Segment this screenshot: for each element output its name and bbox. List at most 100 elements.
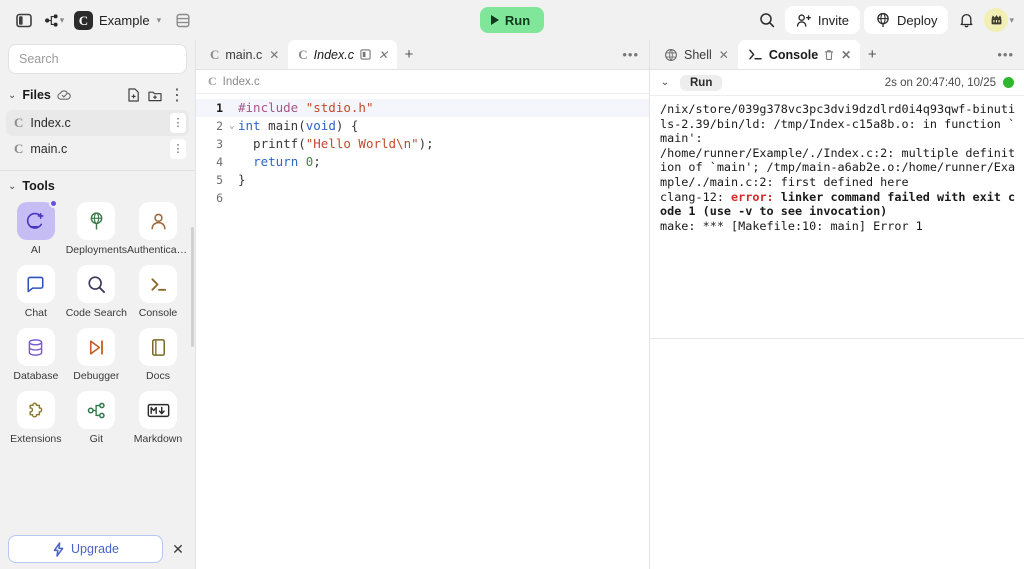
toolbar-right-group: Invite Deploy ▾: [753, 6, 1014, 34]
code-search-icon: [77, 265, 116, 303]
line-number: 5: [216, 173, 223, 187]
close-icon[interactable]: ✕: [169, 541, 187, 558]
database-icon: [16, 328, 55, 366]
code-text: printf("Hello World\n");: [238, 136, 434, 151]
ide-window: ▾ C Example ▾ Run Invite Deploy ▾ Search…: [0, 0, 1024, 569]
files-more-menu-icon[interactable]: ⋮: [167, 85, 187, 105]
tool-debugger[interactable]: Debugger: [66, 325, 127, 384]
c-file-icon: C: [208, 74, 217, 88]
code-line[interactable]: 6: [196, 189, 649, 207]
tool-label: Debugger: [73, 370, 120, 382]
invite-button[interactable]: Invite: [784, 6, 860, 34]
chat-icon: [16, 265, 55, 303]
ai-icon: [16, 199, 58, 240]
trash-icon[interactable]: [824, 49, 834, 61]
upgrade-button[interactable]: Upgrade: [8, 535, 163, 563]
deployments-icon: [77, 202, 116, 240]
code-line[interactable]: 5}: [196, 171, 649, 189]
project-menu-button[interactable]: C Example ▾: [70, 6, 167, 34]
tab-close-icon[interactable]: ✕: [377, 48, 389, 62]
tab-main-c[interactable]: C main.c ✕: [200, 40, 288, 69]
line-number: 4: [216, 155, 223, 169]
file-list: C Index.c ⋮ C main.c ⋮: [0, 108, 195, 162]
console-run-row: ⌄ Run 2s on 20:47:40, 10/25: [650, 70, 1024, 96]
chevron-down-icon[interactable]: ⌄: [656, 77, 674, 88]
new-console-tab-button[interactable]: +: [860, 40, 884, 69]
project-name: Example: [99, 12, 150, 28]
console-pane: Shell ✕ Console ✕ + ••• ⌄ Run 2s on 20:4…: [650, 40, 1024, 569]
tool-code-search[interactable]: Code Search: [66, 262, 127, 321]
tool-ai[interactable]: AI: [6, 199, 66, 258]
tool-badge-dot: [48, 199, 58, 208]
tool-authentication[interactable]: Authenticati...: [127, 199, 189, 258]
search-input[interactable]: [8, 44, 187, 74]
code-text: int main(void) {: [238, 118, 359, 133]
files-section-header: ⌄ Files ⋮: [0, 82, 195, 108]
sidebar-toggle-button[interactable]: [10, 6, 38, 34]
file-item-menu-icon[interactable]: ⋮: [170, 113, 186, 133]
tool-extensions[interactable]: Extensions: [6, 388, 66, 447]
tab-index-c[interactable]: C Index.c ✕: [288, 40, 398, 69]
file-item-index-c[interactable]: C Index.c ⋮: [6, 110, 189, 136]
branch-menu-button[interactable]: ▾: [40, 6, 68, 34]
layout-button[interactable]: [169, 6, 197, 34]
console-run-meta: 2s on 20:47:40, 10/25: [885, 77, 1014, 89]
editor-more-menu-icon[interactable]: •••: [612, 40, 649, 69]
deploy-button[interactable]: Deploy: [864, 6, 949, 34]
run-button[interactable]: Run: [479, 7, 545, 33]
tab-close-icon[interactable]: ✕: [840, 48, 852, 62]
tab-shell[interactable]: Shell ✕: [654, 40, 738, 69]
tool-label: Chat: [24, 307, 47, 319]
console-output-segment: make: *** [Makefile:10: main] Error 1: [660, 218, 923, 233]
authentication-icon: [139, 202, 177, 240]
sidebar-scrollbar[interactable]: [191, 227, 194, 347]
tab-close-icon[interactable]: ✕: [268, 48, 280, 62]
search-button[interactable]: [753, 6, 781, 34]
cloud-check-icon: [57, 89, 72, 101]
tool-label: Authenticati...: [127, 244, 189, 256]
tool-label: Database: [13, 370, 59, 382]
notifications-button[interactable]: [952, 6, 980, 34]
new-folder-icon[interactable]: [145, 85, 165, 105]
tool-label: Code Search: [65, 307, 127, 319]
account-button[interactable]: ▾: [984, 6, 1014, 34]
code-text: return 0;: [253, 154, 321, 169]
tool-git[interactable]: Git: [66, 388, 127, 447]
tool-database[interactable]: Database: [6, 325, 66, 384]
tool-docs[interactable]: Docs: [127, 325, 189, 384]
tab-console[interactable]: Console ✕: [737, 40, 861, 69]
code-editor[interactable]: 1 #include "stdio.h" 2 ⌄ int main(void) {3 p…: [196, 94, 649, 569]
tool-label: AI: [30, 244, 41, 256]
c-file-icon: C: [210, 46, 220, 62]
code-line[interactable]: 3 printf("Hello World\n");: [196, 135, 649, 153]
tool-deployments[interactable]: Deployments: [66, 199, 127, 258]
code-text: }: [238, 172, 246, 187]
new-tab-button[interactable]: +: [397, 40, 421, 69]
tab-close-icon[interactable]: ✕: [718, 48, 730, 62]
console-more-menu-icon[interactable]: •••: [987, 40, 1024, 69]
tool-label: Docs: [146, 370, 170, 382]
deploy-label: Deploy: [897, 12, 938, 28]
tool-markdown[interactable]: Markdown: [127, 388, 189, 447]
chevron-down-icon[interactable]: ⌄: [8, 90, 16, 101]
console-run-label[interactable]: Run: [680, 74, 723, 91]
file-item-menu-icon[interactable]: ⋮: [170, 139, 186, 159]
play-icon: [490, 15, 499, 25]
console-output[interactable]: /nix/store/039g378vc3pc3dvi9dzdlrd0i4q93…: [650, 96, 1024, 339]
code-line[interactable]: 4 return 0;: [196, 153, 649, 171]
code-line[interactable]: 1 #include "stdio.h": [196, 99, 649, 117]
git-icon: [77, 391, 116, 429]
code-line[interactable]: 2 ⌄ int main(void) {: [196, 117, 649, 135]
new-file-icon[interactable]: [123, 85, 143, 105]
debugger-icon: [77, 328, 116, 366]
chevron-down-icon[interactable]: ⌄: [8, 181, 16, 192]
toolbar-left-group: ▾ C Example ▾: [10, 6, 197, 34]
tool-chat[interactable]: Chat: [6, 262, 66, 321]
fold-toggle-icon[interactable]: ⌄: [226, 117, 238, 135]
tool-console[interactable]: Console: [127, 262, 189, 321]
c-file-icon: C: [298, 46, 308, 62]
split-view-icon[interactable]: [360, 49, 371, 60]
file-item-main-c[interactable]: C main.c ⋮: [6, 136, 189, 162]
c-file-icon: C: [14, 115, 24, 130]
tool-label: Console: [138, 307, 178, 319]
